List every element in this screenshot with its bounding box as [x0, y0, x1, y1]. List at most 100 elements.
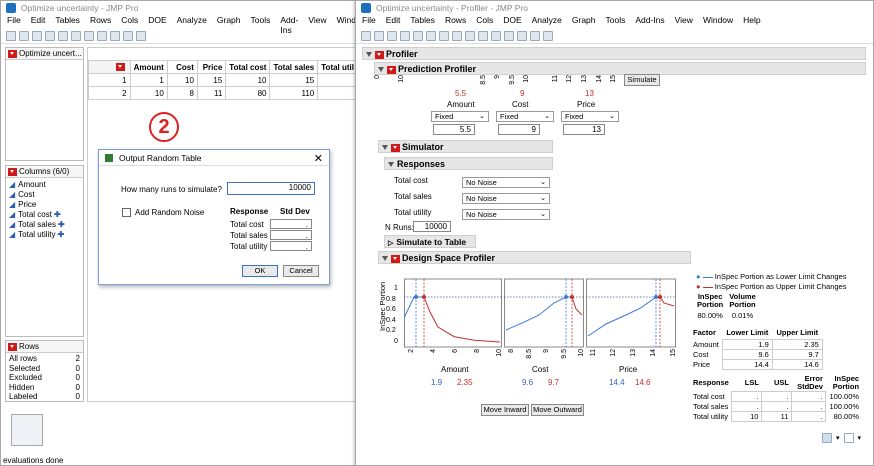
menu-item[interactable]: Analyze	[177, 15, 207, 28]
dropdown-icon[interactable]: ▾	[858, 434, 862, 442]
limit-input[interactable]: 2.35	[771, 338, 823, 350]
search-icon[interactable]	[84, 30, 94, 41]
table-panel-header[interactable]: Optimize uncert...	[6, 48, 83, 60]
column-item[interactable]: ◢ Total cost ✚	[9, 210, 80, 220]
noise-select[interactable]: No Noise	[462, 177, 550, 188]
factor-mode-select[interactable]: Fixed	[496, 111, 554, 122]
n-runs-input[interactable]: 10000	[413, 221, 451, 232]
menu-item[interactable]: Help	[743, 15, 760, 28]
stddev-input[interactable]: .	[270, 230, 312, 240]
menu-item[interactable]: File	[362, 15, 376, 28]
row-number[interactable]: 2	[88, 86, 131, 100]
shape-icon[interactable]	[543, 30, 553, 41]
spec-input[interactable]: .	[791, 401, 827, 412]
red-triangle-icon[interactable]	[391, 254, 400, 263]
spec-input[interactable]: .	[731, 401, 763, 412]
col-header[interactable]: Total sales	[269, 60, 319, 74]
red-triangle-icon[interactable]	[387, 65, 396, 74]
menu-item[interactable]: Analyze	[532, 15, 562, 28]
column-item[interactable]: ◢ Price	[9, 200, 80, 210]
spec-input[interactable]: .	[791, 391, 827, 402]
columns-header[interactable]: Columns (6/0)	[6, 166, 83, 178]
factor-mode-select[interactable]: Fixed	[561, 111, 619, 122]
stddev-input[interactable]: .	[270, 219, 312, 229]
dropdown-icon[interactable]: ▾	[836, 434, 840, 442]
table-cell[interactable]: 110	[269, 86, 319, 100]
red-triangle-icon[interactable]	[115, 63, 125, 72]
line-icon[interactable]	[517, 30, 527, 41]
design-space-profiler-header[interactable]: Design Space Profiler	[378, 251, 691, 264]
arrow-icon[interactable]	[465, 30, 475, 41]
table-cell[interactable]: 1	[129, 73, 168, 87]
lower-limit-point[interactable]	[564, 295, 568, 299]
simulate-button[interactable]: Simulate	[624, 74, 660, 86]
spec-input[interactable]: .	[761, 401, 793, 412]
menu-item[interactable]: DOE	[148, 15, 166, 28]
menu-item[interactable]: Edit	[31, 15, 46, 28]
prediction-profiler-header[interactable]: Prediction Profiler	[374, 62, 866, 75]
table-cell[interactable]: 80	[225, 86, 271, 100]
table-cell[interactable]	[317, 73, 358, 87]
red-triangle-icon[interactable]	[375, 50, 384, 59]
rows-header[interactable]: Rows	[6, 341, 83, 353]
column-item[interactable]: ◢ Total sales ✚	[9, 220, 80, 230]
red-triangle-icon[interactable]	[8, 342, 17, 351]
move-outward-button[interactable]: Move Outward	[531, 404, 584, 416]
run-icon[interactable]	[136, 30, 146, 41]
menu-item[interactable]: Add-Ins	[280, 15, 298, 35]
table-cell[interactable]: 10	[129, 86, 168, 100]
menu-item[interactable]: Edit	[386, 15, 401, 28]
col-header[interactable]: Total util	[317, 60, 358, 74]
close-icon[interactable]: ✕	[314, 152, 323, 165]
move-inward-button[interactable]: Move Inward	[481, 404, 529, 416]
col-header[interactable]: Amount	[129, 60, 168, 74]
checkbox-icon[interactable]	[843, 433, 854, 443]
new-icon[interactable]	[361, 30, 371, 41]
copy-icon[interactable]	[413, 30, 423, 41]
search-icon[interactable]	[439, 30, 449, 41]
noise-select[interactable]: No Noise	[462, 193, 550, 204]
responses-header[interactable]: Responses	[384, 157, 553, 170]
grid-corner[interactable]	[88, 60, 131, 74]
upper-limit-point[interactable]	[422, 295, 426, 299]
open-icon[interactable]	[374, 30, 384, 41]
paste-icon[interactable]	[426, 30, 436, 41]
save-icon[interactable]	[32, 30, 42, 41]
chart-icon[interactable]	[123, 30, 133, 41]
table-cell[interactable]: 10	[166, 73, 198, 87]
zoom-icon[interactable]	[491, 30, 501, 41]
limit-input[interactable]: 14.4	[721, 358, 773, 370]
menu-item[interactable]: File	[7, 15, 21, 28]
column-item[interactable]: ◢ Amount	[9, 180, 80, 190]
menu-item[interactable]: Add-Ins	[635, 15, 664, 28]
upper-limit-point[interactable]	[658, 295, 662, 299]
noise-checkbox[interactable]	[122, 208, 131, 217]
spec-input[interactable]: 10	[731, 411, 763, 422]
table-cell[interactable]: 8	[166, 86, 198, 100]
noise-select[interactable]: No Noise	[462, 209, 550, 220]
stddev-input[interactable]: .	[270, 241, 312, 251]
red-triangle-icon[interactable]	[8, 167, 17, 176]
menu-item[interactable]: View	[675, 15, 693, 28]
table-row[interactable]: 2 10 8 11 80 110	[88, 86, 358, 100]
menu-item[interactable]: Tables	[410, 15, 435, 28]
row-number[interactable]: 1	[88, 73, 131, 87]
menu-item[interactable]: Graph	[217, 15, 241, 28]
factor-value-input[interactable]: 9	[498, 124, 540, 135]
col-header[interactable]: Total cost	[225, 60, 271, 74]
profiler-header[interactable]: Profiler	[362, 47, 866, 60]
menu-item[interactable]: Cols	[476, 15, 493, 28]
cancel-button[interactable]: Cancel	[283, 265, 319, 277]
table-row[interactable]: 1 1 10 15 10 15	[88, 73, 358, 87]
menu-item[interactable]: Tables	[55, 15, 80, 28]
col-header[interactable]: Price	[196, 60, 227, 74]
thumbnail[interactable]	[11, 414, 43, 446]
spec-input[interactable]: .	[731, 391, 763, 402]
factor-value-input[interactable]: 5.5	[433, 124, 475, 135]
paste-icon[interactable]	[71, 30, 81, 41]
menu-item[interactable]: Rows	[445, 15, 466, 28]
open-icon[interactable]	[19, 30, 29, 41]
simulator-header[interactable]: Simulator	[378, 140, 553, 153]
hand-icon[interactable]	[478, 30, 488, 41]
limit-input[interactable]: 14.6	[771, 358, 823, 370]
